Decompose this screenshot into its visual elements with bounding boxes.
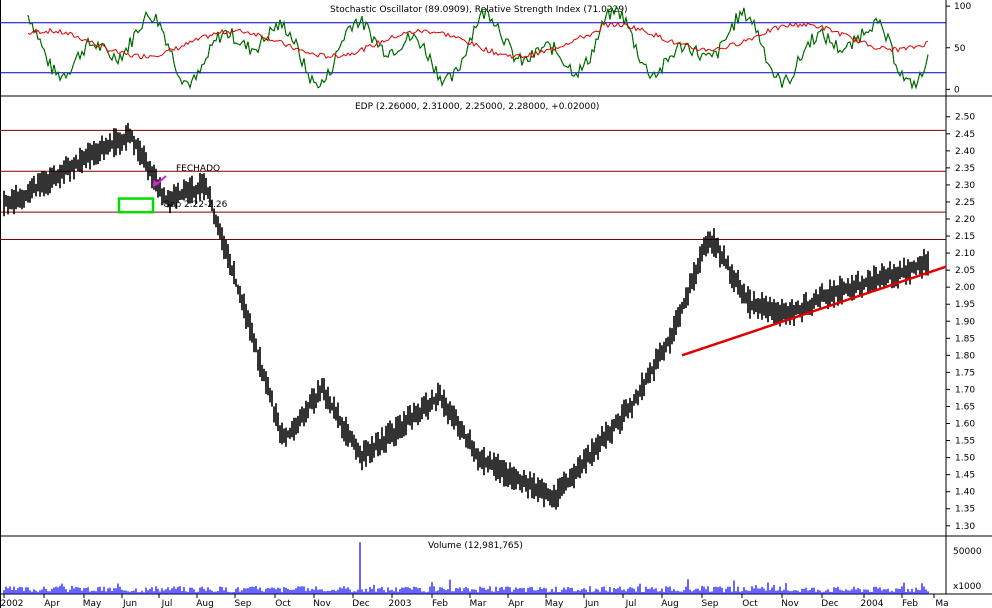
x-tick-label: 2004 bbox=[861, 599, 884, 608]
price-tick-label: 1.45 bbox=[955, 471, 975, 481]
price-tick-label: 1.50 bbox=[955, 454, 975, 464]
x-tick-label: Jun bbox=[122, 599, 137, 608]
x-tick-label: Aug bbox=[196, 599, 214, 608]
x-tick-label: May bbox=[545, 599, 564, 608]
annotation-fechado: FECHADO bbox=[176, 164, 220, 174]
chart-canvas: Stochastic Oscillator (89.0909), Relativ… bbox=[0, 0, 992, 608]
osc-tick-label: 50 bbox=[954, 44, 966, 54]
x-tick-label: Apr bbox=[44, 599, 60, 608]
x-tick-label: May bbox=[83, 599, 102, 608]
x-tick-label: Oct bbox=[275, 599, 291, 608]
price-tick-label: 1.90 bbox=[955, 317, 975, 327]
stochastic-line bbox=[27, 6, 929, 91]
price-tick-label: 1.85 bbox=[955, 334, 975, 344]
x-tick-label: Sep bbox=[702, 599, 719, 608]
price-title: EDP (2.26000, 2.31000, 2.25000, 2.28000,… bbox=[355, 102, 599, 112]
x-tick-label: Jul bbox=[161, 599, 173, 608]
x-tick-label: Oct bbox=[742, 599, 758, 608]
price-tick-label: 1.30 bbox=[955, 522, 975, 532]
x-tick-label: Nov bbox=[781, 599, 799, 608]
x-tick-label: Dec bbox=[352, 599, 369, 608]
trendline bbox=[681, 265, 947, 357]
volume-tick-label: 50000 bbox=[953, 547, 982, 557]
oscillator-panel: Stochastic Oscillator (89.0909), Relativ… bbox=[0, 2, 971, 95]
osc-tick-label: 0 bbox=[954, 85, 960, 95]
x-tick-label: Jul bbox=[625, 599, 637, 608]
price-tick-label: 2.45 bbox=[955, 130, 975, 140]
volume-panel: Volume (12,981,765) x1000 50000 bbox=[3, 541, 982, 594]
price-tick-label: 2.15 bbox=[955, 232, 975, 242]
price-tick-label: 2.30 bbox=[955, 181, 975, 191]
x-axis: 2002 Apr May Jun Jul Aug Sep Oct Nov Dec 2003 Feb Ma… bbox=[1, 594, 949, 608]
price-tick-label: 2.50 bbox=[955, 113, 975, 123]
rsi-line bbox=[27, 21, 929, 60]
price-tick-label: 2.20 bbox=[955, 215, 975, 225]
x-tick-label: Mar bbox=[470, 599, 487, 608]
price-tick-label: 1.95 bbox=[955, 300, 975, 310]
price-tick-label: 1.55 bbox=[955, 437, 975, 447]
panel-borders bbox=[0, 0, 992, 608]
oscillator-title: Stochastic Oscillator (89.0909), Relativ… bbox=[330, 5, 628, 15]
price-tick-label: 2.40 bbox=[955, 147, 975, 157]
gap-box bbox=[117, 197, 155, 214]
x-tick-label: 2003 bbox=[389, 599, 412, 608]
x-tick-label: Jun bbox=[584, 599, 599, 608]
x-tick-label: Feb bbox=[902, 599, 918, 608]
volume-unit-label: x1000 bbox=[953, 582, 982, 592]
price-tick-label: 2.35 bbox=[955, 164, 975, 174]
price-tick-label: 1.75 bbox=[955, 368, 975, 378]
x-tick-label: Sep bbox=[235, 599, 252, 608]
price-tick-label: 1.40 bbox=[955, 488, 975, 498]
price-tick-label: 2.10 bbox=[955, 249, 975, 259]
x-tick-label: Feb bbox=[432, 599, 448, 608]
volume-title: Volume (12,981,765) bbox=[428, 541, 523, 551]
x-tick-label: Aug bbox=[661, 599, 679, 608]
x-tick-label: Nov bbox=[313, 599, 331, 608]
x-tick-label: 2002 bbox=[1, 599, 24, 608]
price-tick-label: 2.00 bbox=[955, 283, 975, 293]
price-bars bbox=[3, 122, 929, 510]
x-tick-label: Dec bbox=[821, 599, 838, 608]
price-tick-label: 2.05 bbox=[955, 266, 975, 276]
price-tick-label: 1.80 bbox=[955, 351, 975, 361]
price-tick-label: 1.35 bbox=[955, 505, 975, 515]
x-tick-label: Ma bbox=[935, 599, 948, 608]
price-panel: EDP (2.26000, 2.31000, 2.25000, 2.28000,… bbox=[0, 102, 975, 532]
x-tick-label: Apr bbox=[508, 599, 524, 608]
osc-tick-label: 100 bbox=[954, 2, 971, 12]
price-tick-label: 2.25 bbox=[955, 198, 975, 208]
price-tick-label: 1.70 bbox=[955, 385, 975, 395]
price-tick-label: 1.65 bbox=[955, 402, 975, 412]
price-tick-label: 1.60 bbox=[955, 420, 975, 430]
stochastic-signal-line bbox=[27, 7, 929, 89]
